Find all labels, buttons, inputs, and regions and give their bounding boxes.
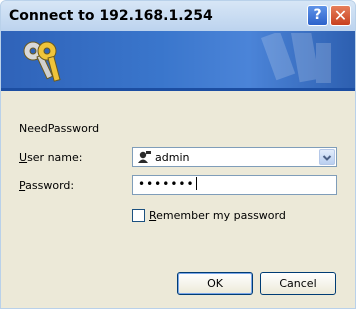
banner-divider: [1, 88, 355, 91]
dialog-body: NeedPassword User name: admin Password: …: [1, 94, 355, 308]
login-dialog: Connect to 192.168.1.254 ? ✕ NeedPasswor: [0, 0, 356, 309]
keys-watermark-icon: [261, 33, 331, 83]
username-combobox[interactable]: admin: [132, 147, 337, 167]
text-caret: [195, 177, 197, 190]
password-field[interactable]: •••••••: [132, 175, 337, 195]
password-value: •••••••: [138, 177, 197, 191]
ok-button[interactable]: OK: [177, 272, 253, 295]
chevron-down-icon: [322, 155, 332, 161]
auth-message: NeedPassword: [19, 122, 100, 135]
keys-icon: [23, 41, 61, 82]
title-bar[interactable]: Connect to 192.168.1.254 ? ✕: [1, 1, 355, 32]
dropdown-button[interactable]: [319, 149, 335, 165]
close-button[interactable]: ✕: [330, 5, 351, 26]
password-label: Password:: [19, 179, 75, 192]
remember-password-checkbox[interactable]: [132, 209, 145, 222]
username-value: admin: [155, 151, 190, 164]
cancel-button[interactable]: Cancel: [260, 272, 336, 295]
username-label: User name:: [19, 151, 83, 164]
remember-password-label[interactable]: Remember my password: [149, 209, 286, 222]
window-title: Connect to 192.168.1.254: [9, 8, 213, 24]
user-icon: [136, 150, 152, 164]
dialog-banner: [1, 31, 355, 91]
help-button[interactable]: ?: [307, 5, 328, 26]
